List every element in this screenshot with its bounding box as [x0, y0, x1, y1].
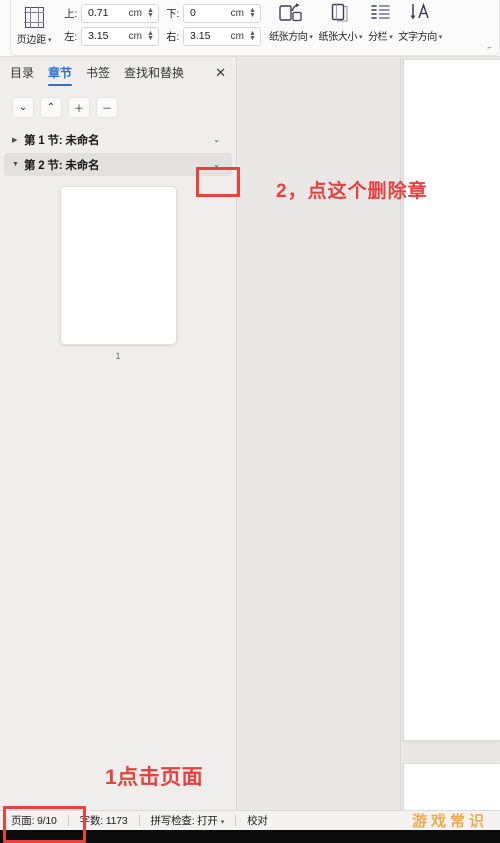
page-size-label: 纸张大小	[318, 32, 358, 43]
chevron-down-icon: ▾	[309, 34, 313, 41]
page-size-button[interactable]: 纸张大小 ▾	[318, 0, 363, 55]
margin-right-stepper[interactable]: ▲ ▼	[248, 30, 257, 42]
page-thumbnail[interactable]	[59, 186, 177, 345]
dialog-launcher-icon[interactable]: ⌐	[487, 43, 492, 52]
page-thumbnail-number: 1	[115, 351, 121, 361]
margin-field-top: 上: 0.71 cm ▲ ▼ 下: 0 cm ▲ ▼	[61, 3, 261, 23]
watermark: 游戏常识	[411, 813, 488, 830]
margin-top-label: 上:	[64, 7, 77, 20]
collapse-triangle-icon[interactable]: ▼	[12, 161, 24, 168]
chevron-down-icon: ▾	[220, 819, 225, 826]
remove-section-button[interactable]: －	[96, 97, 118, 118]
page-margins-button[interactable]: 页边距 ▾	[11, 0, 57, 55]
margin-right-unit: cm	[230, 30, 244, 42]
margin-top-input[interactable]: 0.71 cm ▲ ▼	[81, 3, 159, 23]
margin-field-left: 左: 3.15 cm ▲ ▼ 右: 3.15 cm ▲ ▼	[61, 26, 261, 46]
chevron-down-icon: ▾	[438, 34, 443, 41]
next-section-button[interactable]: ⌄	[12, 97, 34, 118]
screen-bottom-bezel	[0, 830, 500, 843]
columns-label: 分栏	[368, 32, 388, 43]
tab-find-replace[interactable]: 查找和替换	[124, 64, 184, 85]
page-indicator[interactable]: 页面: 9/10	[0, 813, 68, 828]
annotation-step-2-text: 2，点这个删除章	[276, 181, 428, 202]
prev-section-button[interactable]: ⌃	[40, 97, 62, 118]
margin-bottom-label: 下:	[166, 7, 179, 20]
tab-chapters[interactable]: 章节	[48, 64, 73, 86]
expand-triangle-icon[interactable]: ▶	[12, 136, 24, 144]
tab-contents[interactable]: 目录	[10, 64, 34, 85]
section-row-2[interactable]: ▼ 第 2 节: 未命名 ⌄	[4, 153, 232, 176]
section-title: 第 1 节: 未命名	[24, 134, 100, 147]
wps-writer-window: 页边距 ▾ 上: 0.71 cm ▲ ▼ 下: 0 cm ▲ ▼ 左: 3.15…	[0, 0, 500, 843]
columns-icon	[370, 0, 391, 24]
spellcheck-label: 拼写检查: 打开	[150, 815, 218, 827]
tab-bookmarks[interactable]: 书签	[86, 64, 110, 85]
sidebar-toolbar: ⌄ ⌃ ＋ －	[0, 91, 236, 124]
margin-bottom-value: 0	[190, 7, 196, 19]
margin-right-label: 右:	[166, 30, 179, 43]
margin-left-stepper[interactable]: ▲ ▼	[146, 30, 155, 42]
margin-bottom-unit: cm	[230, 7, 244, 19]
section-title: 第 2 节: 未命名	[24, 159, 100, 172]
margin-top-stepper[interactable]: ▲ ▼	[146, 7, 155, 19]
margin-left-input[interactable]: 3.15 cm ▲ ▼	[81, 26, 159, 46]
margin-left-label: 左:	[64, 30, 77, 43]
add-section-button[interactable]: ＋	[68, 97, 90, 118]
document-page-1[interactable]	[403, 59, 500, 741]
sidebar-tabs: 目录 章节 书签 查找和替换 ✕	[0, 57, 236, 91]
section-menu-chevron-down-icon[interactable]: ⌄	[207, 160, 226, 169]
navigation-sidebar: 目录 章节 书签 查找和替换 ✕ ⌄ ⌃ ＋ － ▶ 第 1 节: 未命名 ⌄ …	[0, 57, 237, 810]
chevron-down-icon: ▾	[389, 34, 393, 41]
section-menu-chevron-down-icon[interactable]: ⌄	[207, 135, 226, 144]
spellcheck-status[interactable]: 拼写检查: 打开 ▾	[140, 813, 236, 828]
page-thumbnail-list: 1	[0, 178, 236, 361]
page-setup-group: 页边距 ▾ 上: 0.71 cm ▲ ▼ 下: 0 cm ▲ ▼ 左: 3.15…	[11, 0, 261, 55]
page-orientation-label: 纸张方向	[269, 32, 308, 43]
margin-fields: 上: 0.71 cm ▲ ▼ 下: 0 cm ▲ ▼ 左: 3.15 cm ▲ …	[57, 0, 261, 55]
text-direction-label: 文字方向	[398, 32, 437, 43]
page-layout-group: 纸张方向 ▾ 纸张大小 ▾ 分栏 ▾ 文字方向 ▾	[261, 0, 442, 55]
text-direction-icon	[409, 0, 431, 24]
document-gutter	[238, 57, 401, 810]
chevron-down-icon: ▾	[48, 37, 52, 44]
margin-right-input[interactable]: 3.15 cm ▲ ▼	[183, 26, 261, 46]
text-direction-button[interactable]: 文字方向 ▾	[398, 0, 442, 55]
margin-bottom-input[interactable]: 0 cm ▲ ▼	[183, 3, 261, 23]
margin-bottom-stepper[interactable]: ▲ ▼	[248, 7, 257, 19]
section-list: ▶ 第 1 节: 未命名 ⌄ ▼ 第 2 节: 未命名 ⌄	[0, 124, 236, 176]
margin-right-value: 3.15	[190, 30, 211, 42]
page-orientation-icon	[279, 0, 302, 24]
ribbon-toolbar: 页边距 ▾ 上: 0.71 cm ▲ ▼ 下: 0 cm ▲ ▼ 左: 3.15…	[0, 0, 500, 57]
margin-top-unit: cm	[128, 7, 142, 19]
page-size-icon	[330, 0, 351, 24]
margin-left-unit: cm	[128, 30, 142, 42]
page-margins-icon	[24, 6, 44, 29]
page-margins-label: 页边距	[16, 35, 47, 46]
columns-button[interactable]: 分栏 ▾	[368, 0, 393, 55]
section-row-1[interactable]: ▶ 第 1 节: 未命名 ⌄	[4, 128, 232, 151]
chevron-down-icon: ▾	[358, 34, 363, 41]
annotation-step-1-text: 1点击页面	[105, 766, 204, 789]
margin-top-value: 0.71	[88, 7, 109, 19]
page-orientation-button[interactable]: 纸张方向 ▾	[269, 0, 313, 55]
document-page-2[interactable]	[403, 763, 500, 810]
close-icon[interactable]: ✕	[215, 65, 226, 84]
document-canvas[interactable]	[238, 57, 500, 810]
margin-left-value: 3.15	[88, 30, 109, 42]
proofread-button[interactable]: 校对	[236, 813, 279, 828]
word-count[interactable]: 字数: 1173	[69, 813, 139, 828]
